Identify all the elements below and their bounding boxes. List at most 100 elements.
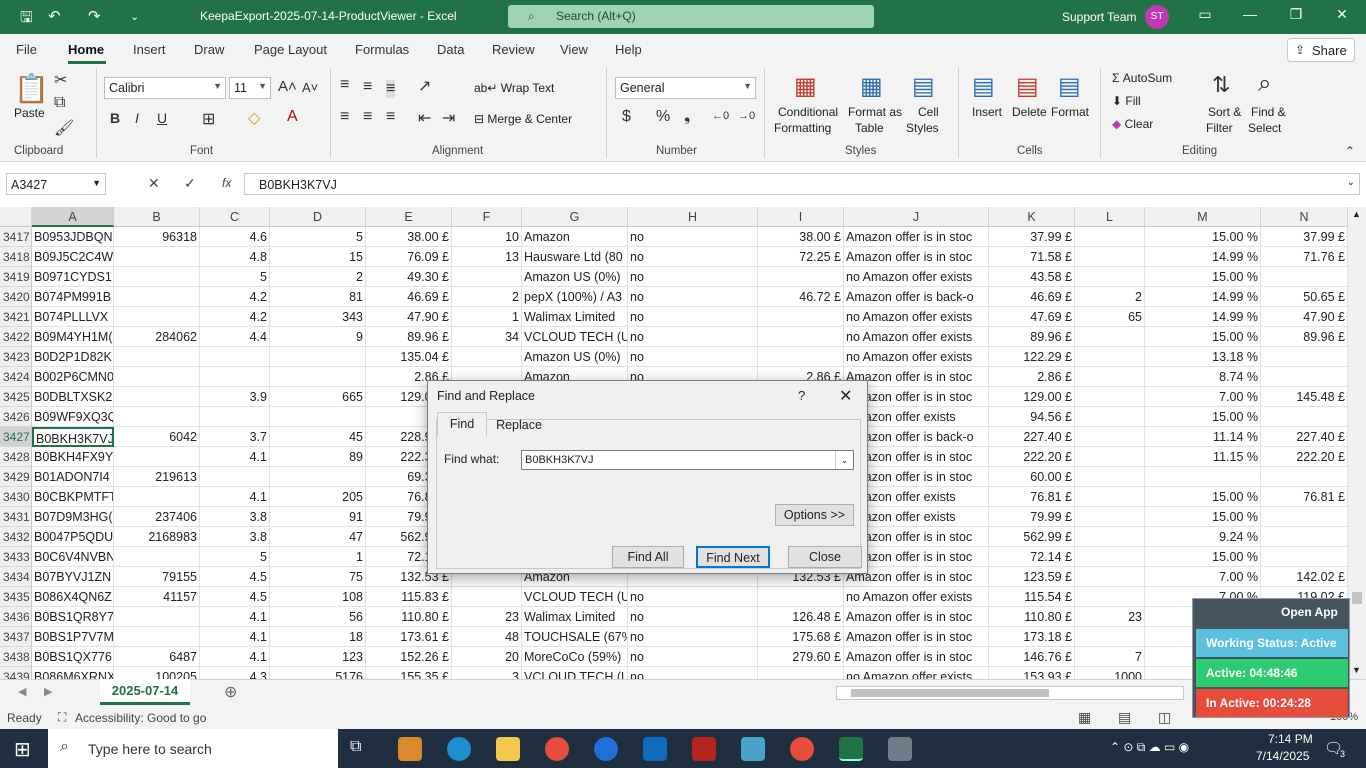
underline-icon[interactable]: U: [157, 110, 167, 126]
table-cell[interactable]: Amazon US (0%): [522, 267, 628, 287]
table-cell[interactable]: 152.26 £: [366, 647, 452, 667]
table-cell[interactable]: 123.59 £: [989, 567, 1075, 587]
menu-review[interactable]: Review: [492, 42, 535, 57]
name-box[interactable]: A3427 ▼: [6, 173, 106, 195]
table-cell[interactable]: no: [628, 347, 758, 367]
chrome-profile-icon[interactable]: [790, 737, 814, 761]
table-cell[interactable]: 76.09 £: [366, 247, 452, 267]
table-cell[interactable]: [1075, 447, 1145, 467]
table-cell[interactable]: 1: [452, 307, 522, 327]
number-format-select[interactable]: General ▼: [615, 77, 756, 99]
sort-filter-label[interactable]: Sort &: [1208, 105, 1241, 119]
table-cell[interactable]: 4.2: [200, 307, 270, 327]
open-app-link[interactable]: Open App: [1281, 605, 1338, 619]
table-cell[interactable]: 47.90 £: [366, 307, 452, 327]
table-cell[interactable]: 173.61 £: [366, 627, 452, 647]
table-cell[interactable]: 6487: [114, 647, 200, 667]
zoom-icon[interactable]: [594, 737, 618, 761]
menu-view[interactable]: View: [560, 42, 588, 57]
table-cell[interactable]: [114, 247, 200, 267]
insert-function-icon[interactable]: fx: [222, 176, 231, 190]
table-cell[interactable]: 89: [270, 447, 366, 467]
table-cell[interactable]: Walimax Limited: [522, 607, 628, 627]
table-cell[interactable]: [114, 487, 200, 507]
table-cell[interactable]: 7.00 %: [1145, 387, 1261, 407]
table-cell[interactable]: 38.00 £: [366, 227, 452, 247]
table-cell[interactable]: 48: [452, 627, 522, 647]
table-cell[interactable]: 14.99 %: [1145, 247, 1261, 267]
row-header[interactable]: 3434: [0, 567, 32, 587]
table-cell[interactable]: VCLOUD TECH (U: [522, 587, 628, 607]
table-cell[interactable]: [1261, 507, 1348, 527]
row-header[interactable]: 3430: [0, 487, 32, 507]
table-cell[interactable]: no Amazon offer exists: [844, 587, 989, 607]
row-header[interactable]: 3419: [0, 267, 32, 287]
minimize-icon[interactable]: —: [1240, 6, 1260, 22]
h-scroll-thumb[interactable]: [851, 689, 1049, 697]
table-cell[interactable]: 15: [270, 247, 366, 267]
table-cell[interactable]: 222.20 £: [1261, 447, 1348, 467]
font-size-select[interactable]: 11 ▼: [229, 77, 271, 99]
table-cell[interactable]: B0BKH3K7VJ: [32, 427, 114, 447]
table-cell[interactable]: 79.99 £: [989, 507, 1075, 527]
table-cell[interactable]: TOUCHSALE (67%: [522, 627, 628, 647]
table-cell[interactable]: no: [628, 267, 758, 287]
cut-icon[interactable]: ✂: [54, 70, 67, 90]
table-cell[interactable]: 7.00 %: [1145, 567, 1261, 587]
table-cell[interactable]: [114, 607, 200, 627]
table-cell[interactable]: 3.9: [200, 387, 270, 407]
table-cell[interactable]: B0971CYDS1: [32, 267, 114, 287]
table-cell[interactable]: B09WF9XQ3Q: [32, 407, 114, 427]
table-cell[interactable]: [1261, 347, 1348, 367]
table-cell[interactable]: 7: [1075, 647, 1145, 667]
cell-styles-icon[interactable]: ▤: [912, 72, 935, 101]
table-cell[interactable]: 8.74 %: [1145, 367, 1261, 387]
table-cell[interactable]: B086X4QN6Z: [32, 587, 114, 607]
clock-date[interactable]: 7/14/2025: [1256, 749, 1309, 763]
close-button[interactable]: Close: [788, 546, 862, 568]
table-cell[interactable]: Walimax Limited: [522, 307, 628, 327]
table-cell[interactable]: [270, 467, 366, 487]
table-cell[interactable]: [114, 367, 200, 387]
table-cell[interactable]: 1: [270, 547, 366, 567]
column-header[interactable]: L: [1075, 207, 1145, 227]
column-header[interactable]: K: [989, 207, 1075, 227]
accessibility-icon[interactable]: ⛶: [58, 710, 66, 725]
menu-help[interactable]: Help: [615, 42, 642, 57]
table-cell[interactable]: [1075, 467, 1145, 487]
row-header[interactable]: 3435: [0, 587, 32, 607]
comma-icon[interactable]: ❟: [684, 108, 690, 126]
table-cell[interactable]: 2: [1075, 287, 1145, 307]
table-cell[interactable]: 155.35 £: [366, 667, 452, 679]
decrease-indent-icon[interactable]: ⇤: [418, 108, 431, 128]
table-cell[interactable]: 47: [270, 527, 366, 547]
table-cell[interactable]: 175.68 £: [758, 627, 844, 647]
table-cell[interactable]: no Amazon offer exists: [844, 327, 989, 347]
row-header[interactable]: 3438: [0, 647, 32, 667]
table-cell[interactable]: 4.1: [200, 447, 270, 467]
table-cell[interactable]: 14.99 %: [1145, 307, 1261, 327]
row-header[interactable]: 3425: [0, 387, 32, 407]
table-cell[interactable]: 11.14 %: [1145, 427, 1261, 447]
table-cell[interactable]: [114, 267, 200, 287]
edge-icon[interactable]: [447, 737, 471, 761]
taskbar-search[interactable]: ⌕ Type here to search: [48, 729, 338, 768]
table-cell[interactable]: 129.00 £: [989, 387, 1075, 407]
table-cell[interactable]: B0953JDBQN: [32, 227, 114, 247]
table-cell[interactable]: 76.81 £: [1261, 487, 1348, 507]
table-cell[interactable]: 115.54 £: [989, 587, 1075, 607]
share-button[interactable]: ⇪ Share: [1287, 38, 1355, 62]
find-select-label-2[interactable]: Select: [1248, 121, 1281, 135]
format-painter-icon[interactable]: 🖌: [54, 118, 74, 138]
table-cell[interactable]: [758, 587, 844, 607]
dialog-close-icon[interactable]: ✕: [839, 386, 852, 406]
table-cell[interactable]: B0BS1P7V7M: [32, 627, 114, 647]
table-cell[interactable]: Amazon offer is in stoc: [844, 627, 989, 647]
select-all-corner[interactable]: [0, 207, 32, 227]
table-cell[interactable]: no: [628, 627, 758, 647]
tab-replace[interactable]: Replace: [489, 415, 549, 435]
table-cell[interactable]: 110.80 £: [366, 607, 452, 627]
delete-cells-label[interactable]: Delete: [1012, 105, 1047, 119]
system-tray-icons[interactable]: ⌃ ⊙ ⧉ ☁ ▭ ◉: [1110, 740, 1189, 755]
table-cell[interactable]: [114, 547, 200, 567]
